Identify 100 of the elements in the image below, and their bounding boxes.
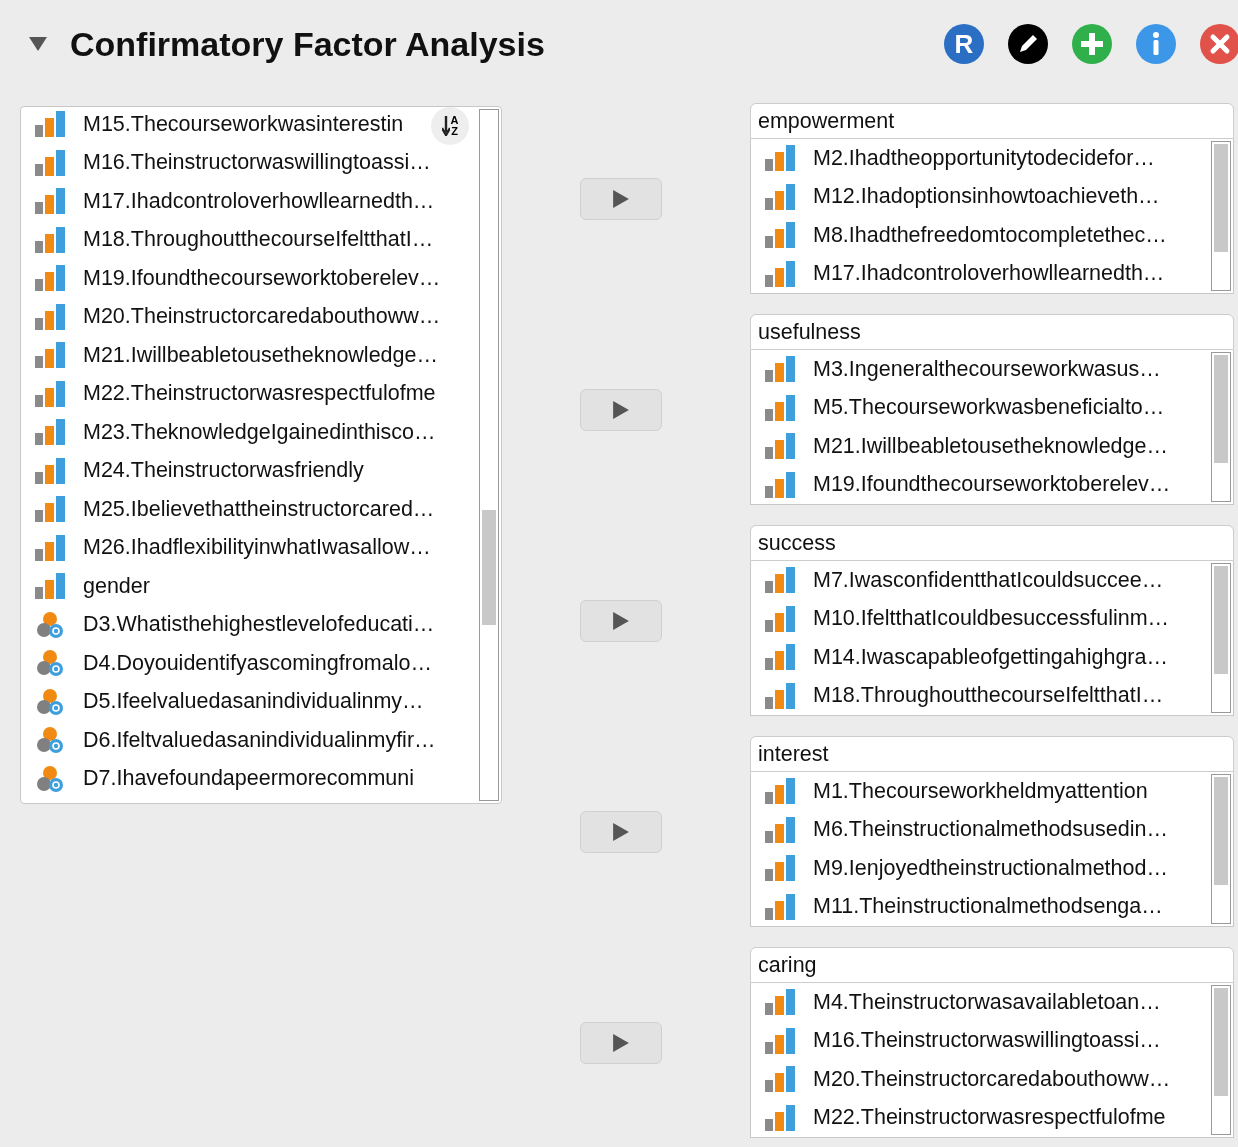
- move-right-button[interactable]: [580, 177, 662, 220]
- variable-item[interactable]: M16.Theinstructorwaswillingtoassi…: [765, 1021, 1161, 1060]
- variable-item[interactable]: M19.Ifoundthecourseworktoberelev…: [765, 465, 1171, 504]
- variable-item[interactable]: M11.Theinstructionalmethodsenga…: [765, 887, 1163, 926]
- variable-item[interactable]: D6.Ifeltvaluedasanindividualinmyfir…: [35, 721, 436, 760]
- variable-item[interactable]: M5.Thecourseworkwasbeneficialto…: [765, 388, 1165, 427]
- variable-list[interactable]: [20, 106, 502, 804]
- move-right-button[interactable]: [580, 388, 662, 431]
- scale-variable-icon: [765, 855, 797, 882]
- close-icon[interactable]: [1200, 24, 1238, 64]
- scale-variable-icon: [765, 989, 797, 1016]
- variable-item[interactable]: gender: [35, 567, 150, 606]
- variable-item[interactable]: M24.Theinstructorwasfriendly: [35, 451, 364, 490]
- variable-item[interactable]: M16.Theinstructorwaswillingtoassi…: [35, 143, 431, 182]
- factor-variable-list[interactable]: M3.Ingeneralthecourseworkwasus… M5.Thecourseworkwasbeneficialto… M21.Iwillbeabletousetheknowledge… M19.Ifoundthecourseworktoberelev…: [750, 350, 1234, 505]
- variable-item[interactable]: M3.Ingeneralthecourseworkwasus…: [765, 350, 1161, 389]
- scrollbar-thumb[interactable]: [1214, 777, 1228, 885]
- variable-item[interactable]: M8.Ihadthefreedomtocompletethec…: [765, 216, 1167, 255]
- scale-variable-icon: [35, 342, 67, 369]
- factor-name-field[interactable]: empowerment: [750, 103, 1234, 139]
- scrollbar[interactable]: [479, 109, 499, 801]
- scrollbar[interactable]: [1211, 774, 1231, 924]
- sort-arrow-icon: [441, 116, 450, 136]
- scale-variable-icon: [35, 188, 67, 215]
- variable-item[interactable]: M18.ThroughoutthecourseIfeltthatI…: [35, 220, 434, 259]
- scrollbar-thumb[interactable]: [1214, 988, 1228, 1096]
- variable-item[interactable]: M22.Theinstructorwasrespectfulofme: [35, 374, 436, 413]
- variable-item[interactable]: M25.Ibelievethattheinstructorcared…: [35, 490, 435, 529]
- factor-name-field[interactable]: caring: [750, 947, 1234, 983]
- scale-variable-icon: [765, 356, 797, 383]
- play-icon: [613, 611, 629, 630]
- move-right-button[interactable]: [580, 599, 662, 642]
- collapse-icon[interactable]: [28, 36, 48, 52]
- variable-item[interactable]: D7.Ihavefoundapeermorecommuni: [35, 759, 415, 798]
- scrollbar[interactable]: [1211, 141, 1231, 291]
- sort-button[interactable]: A Z: [431, 107, 469, 145]
- scale-variable-icon: [765, 1066, 797, 1093]
- scrollbar[interactable]: [1211, 563, 1231, 713]
- scale-variable-icon: [35, 419, 67, 446]
- scrollbar[interactable]: [1211, 352, 1231, 502]
- scale-variable-icon: [765, 1104, 797, 1131]
- factor-name-field[interactable]: success: [750, 525, 1234, 561]
- scrollbar-thumb[interactable]: [1214, 355, 1228, 463]
- factor-variable-list[interactable]: M2.Ihadtheopportunitytodecidefor… M12.Ihadoptionsinhowtoachieveth… M8.Ihadthefreedomtocompletethec… M17.Ihadcontroloverhowllearnedth…: [750, 139, 1234, 294]
- variable-item[interactable]: D5.Ifeelvaluedasanindividualinmy…: [35, 682, 424, 721]
- variable-item[interactable]: M26.IhadflexibilityinwhatIwasallow…: [35, 528, 431, 567]
- variable-item[interactable]: M20.Theinstructorcaredabouthoww…: [35, 297, 441, 336]
- variable-item[interactable]: M17.Ihadcontroloverhowllearnedth…: [35, 182, 435, 221]
- scale-variable-icon: [35, 380, 67, 407]
- move-right-button[interactable]: [580, 810, 662, 853]
- variable-item[interactable]: M18.ThroughoutthecourseIfeltthatI…: [765, 676, 1164, 715]
- scale-variable-icon: [35, 226, 67, 253]
- factor-variable-list[interactable]: M7.IwasconfidentthatIcouldsuccee… M10.IfeltthatIcouldbesuccessfulinm… M14.Iwascapableofgettingahighgra… M18.ThroughoutthecourseIfeltthatI…: [750, 561, 1234, 716]
- add-icon[interactable]: [1072, 24, 1112, 64]
- scale-variable-icon: [35, 149, 67, 176]
- variable-item[interactable]: M17.Ihadcontroloverhowllearnedth…: [765, 254, 1165, 293]
- move-right-button[interactable]: [580, 1021, 662, 1064]
- scale-variable-icon: [765, 567, 797, 594]
- variable-item[interactable]: M20.Theinstructorcaredabouthoww…: [765, 1060, 1171, 1099]
- scale-variable-icon: [35, 303, 67, 330]
- play-icon: [613, 400, 629, 419]
- variable-item[interactable]: M2.Ihadtheopportunitytodecidefor…: [765, 139, 1155, 178]
- variable-item[interactable]: M7.IwasconfidentthatIcouldsuccee…: [765, 561, 1164, 600]
- factor-variable-list[interactable]: M4.Theinstructorwasavailabletoan… M16.Theinstructorwaswillingtoassi… M20.Theinstructorcaredabouthoww… M22.Theinstructorwasrespectfulofme: [750, 983, 1234, 1138]
- variable-item[interactable]: M14.Iwascapableofgettingahighgra…: [765, 638, 1168, 677]
- play-icon: [613, 822, 629, 841]
- variable-item[interactable]: M9.Ienjoyedtheinstructionalmethod…: [765, 849, 1168, 888]
- variable-item[interactable]: D3.Whatisthehighestlevelofeducati…: [35, 605, 435, 644]
- variable-item[interactable]: M10.IfeltthatIcouldbesuccessfulinm…: [765, 599, 1170, 638]
- factor-name-field[interactable]: interest: [750, 736, 1234, 772]
- variable-item[interactable]: M15.Thecourseworkwasinterestin: [35, 107, 404, 144]
- scale-variable-icon: [765, 778, 797, 805]
- variable-item[interactable]: M1.Thecourseworkheldmyattention: [765, 772, 1148, 811]
- factor-name-field[interactable]: usefulness: [750, 314, 1234, 350]
- variable-item[interactable]: M21.Iwillbeabletousetheknowledge…: [765, 427, 1168, 466]
- factor-variable-list[interactable]: M1.Thecourseworkheldmyattention M6.Theinstructionalmethodsusedin… M9.Ienjoyedtheinstructionalmethod… M11.Theinstructionalmethodsenga…: [750, 772, 1234, 927]
- scrollbar[interactable]: [1211, 985, 1231, 1135]
- variable-item[interactable]: M12.Ihadoptionsinhowtoachieveth…: [765, 177, 1160, 216]
- scrollbar-thumb[interactable]: [1214, 144, 1228, 252]
- scale-variable-icon: [765, 644, 797, 671]
- variable-item[interactable]: M22.Theinstructorwasrespectfulofme: [765, 1098, 1166, 1137]
- variable-item[interactable]: M21.Iwillbeabletousetheknowledge…: [35, 336, 438, 375]
- panel-title: Confirmatory Factor Analysis: [70, 24, 545, 64]
- scrollbar-thumb[interactable]: [1214, 566, 1228, 674]
- r-syntax-button[interactable]: R: [944, 24, 984, 64]
- scale-variable-icon: [765, 893, 797, 920]
- variable-item[interactable]: M19.Ifoundthecourseworktoberelev…: [35, 259, 441, 298]
- scale-variable-icon: [765, 605, 797, 632]
- scale-variable-icon: [35, 265, 67, 292]
- edit-icon[interactable]: [1008, 24, 1048, 64]
- variable-item[interactable]: M23.TheknowledgeIgainedinthisco…: [35, 413, 436, 452]
- info-icon[interactable]: [1136, 24, 1176, 64]
- scale-variable-icon: [35, 534, 67, 561]
- variable-item[interactable]: M6.Theinstructionalmethodsusedin…: [765, 810, 1168, 849]
- scrollbar-thumb[interactable]: [482, 510, 496, 625]
- scale-variable-icon: [35, 111, 67, 138]
- variable-item[interactable]: D4.Doyouidentifyascomingfromalo…: [35, 644, 432, 683]
- scale-variable-icon: [765, 222, 797, 249]
- variable-item[interactable]: M4.Theinstructorwasavailabletoan…: [765, 983, 1161, 1022]
- scale-variable-icon: [765, 183, 797, 210]
